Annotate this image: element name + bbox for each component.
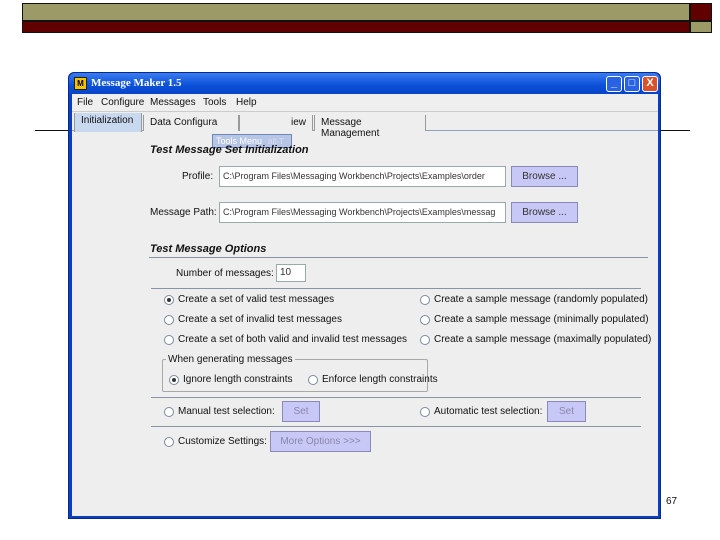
option-random[interactable]: Create a sample message (randomly popula… (420, 294, 648, 305)
slide-header-square (690, 3, 712, 21)
option-label: Create a sample message (maximally popul… (434, 334, 652, 345)
title-bar[interactable]: M Message Maker 1.5 _ □ X (69, 73, 660, 94)
radio-icon[interactable] (308, 374, 318, 385)
close-button[interactable]: X (642, 76, 658, 92)
message-count-input[interactable]: 10 (276, 264, 306, 282)
menu-file[interactable]: File (77, 97, 93, 108)
divider (151, 288, 641, 289)
divider (151, 397, 641, 398)
tab-message-management[interactable]: Message Management (314, 115, 426, 139)
option-label: Create a set of both valid and invalid t… (178, 334, 408, 345)
radio-selected-icon[interactable] (164, 294, 174, 305)
maximize-button[interactable]: □ (624, 76, 640, 92)
option-valid[interactable]: Create a set of valid test messages (164, 294, 334, 305)
menu-help[interactable]: Help (236, 97, 257, 108)
menu-bar: File Configure Messages Tools Help (72, 94, 658, 112)
window-title: Message Maker 1.5 (91, 77, 182, 89)
radio-icon[interactable] (164, 334, 174, 345)
slide-header-square (690, 21, 712, 33)
slide-header-olive-bar (22, 3, 690, 21)
option-automatic-selection[interactable]: Automatic test selection: (420, 406, 542, 417)
menu-tools[interactable]: Tools (203, 97, 226, 108)
group-title: When generating messages (166, 354, 295, 365)
radio-icon[interactable] (420, 406, 430, 417)
option-label: Create a sample message (randomly popula… (434, 294, 648, 305)
option-label: Manual test selection: (178, 406, 275, 417)
app-window: M Message Maker 1.5 _ □ X File Configure… (68, 72, 661, 519)
option-label: Create a sample message (minimally popul… (434, 314, 649, 325)
tab-view[interactable]: iew (239, 115, 313, 131)
tab-data-configuration[interactable]: Data Configura (143, 115, 239, 131)
option-label: Automatic test selection: (434, 406, 543, 417)
option-label: Customize Settings: (178, 436, 267, 447)
tab-bar: Initialization Data Configura iew Messag… (72, 113, 658, 148)
profile-label: Profile: (182, 171, 214, 182)
option-maximal[interactable]: Create a sample message (maximally popul… (420, 334, 651, 345)
option-label: Create a set of valid test messages (178, 294, 335, 305)
option-manual-selection[interactable]: Manual test selection: (164, 406, 275, 417)
option-both[interactable]: Create a set of both valid and invalid t… (164, 334, 407, 345)
client-area: File Configure Messages Tools Help Initi… (72, 94, 658, 516)
menu-messages[interactable]: Messages (150, 97, 196, 108)
section-title-initialization: Test Message Set Initialization (150, 144, 309, 156)
menu-configure[interactable]: Configure (101, 97, 144, 108)
profile-browse-button[interactable]: Browse ... (511, 166, 578, 187)
option-label: Create a set of invalid test messages (178, 314, 342, 325)
radio-selected-icon[interactable] (169, 374, 179, 385)
message-path-input[interactable]: C:\Program Files\Messaging Workbench\Pro… (219, 202, 506, 223)
tab-initialization[interactable]: Initialization (74, 113, 142, 132)
radio-icon[interactable] (420, 294, 430, 305)
option-ignore-length[interactable]: Ignore length constraints (169, 374, 293, 385)
option-invalid[interactable]: Create a set of invalid test messages (164, 314, 342, 325)
option-minimal[interactable]: Create a sample message (minimally popul… (420, 314, 649, 325)
more-options-button[interactable]: More Options >>> (270, 431, 371, 452)
option-label: Enforce length constraints (322, 374, 438, 385)
radio-icon[interactable] (164, 314, 174, 325)
option-label: Ignore length constraints (183, 374, 293, 385)
slide-header-maroon-bar (22, 21, 690, 33)
message-path-browse-button[interactable]: Browse ... (511, 202, 578, 223)
message-count-label: Number of messages: (176, 268, 274, 279)
page-number: 67 (666, 496, 678, 507)
minimize-button[interactable]: _ (606, 76, 622, 92)
radio-icon[interactable] (420, 314, 430, 325)
option-enforce-length[interactable]: Enforce length constraints (308, 374, 438, 385)
option-customize[interactable]: Customize Settings: (164, 436, 267, 447)
automatic-set-button[interactable]: Set (547, 401, 586, 422)
profile-input[interactable]: C:\Program Files\Messaging Workbench\Pro… (219, 166, 506, 187)
radio-icon[interactable] (164, 406, 174, 417)
manual-set-button[interactable]: Set (282, 401, 320, 422)
section-title-options: Test Message Options (150, 243, 267, 255)
radio-icon[interactable] (420, 334, 430, 345)
radio-icon[interactable] (164, 436, 174, 447)
divider (151, 426, 641, 427)
app-icon: M (74, 77, 87, 90)
divider (149, 257, 648, 258)
message-path-label: Message Path: (150, 207, 217, 218)
